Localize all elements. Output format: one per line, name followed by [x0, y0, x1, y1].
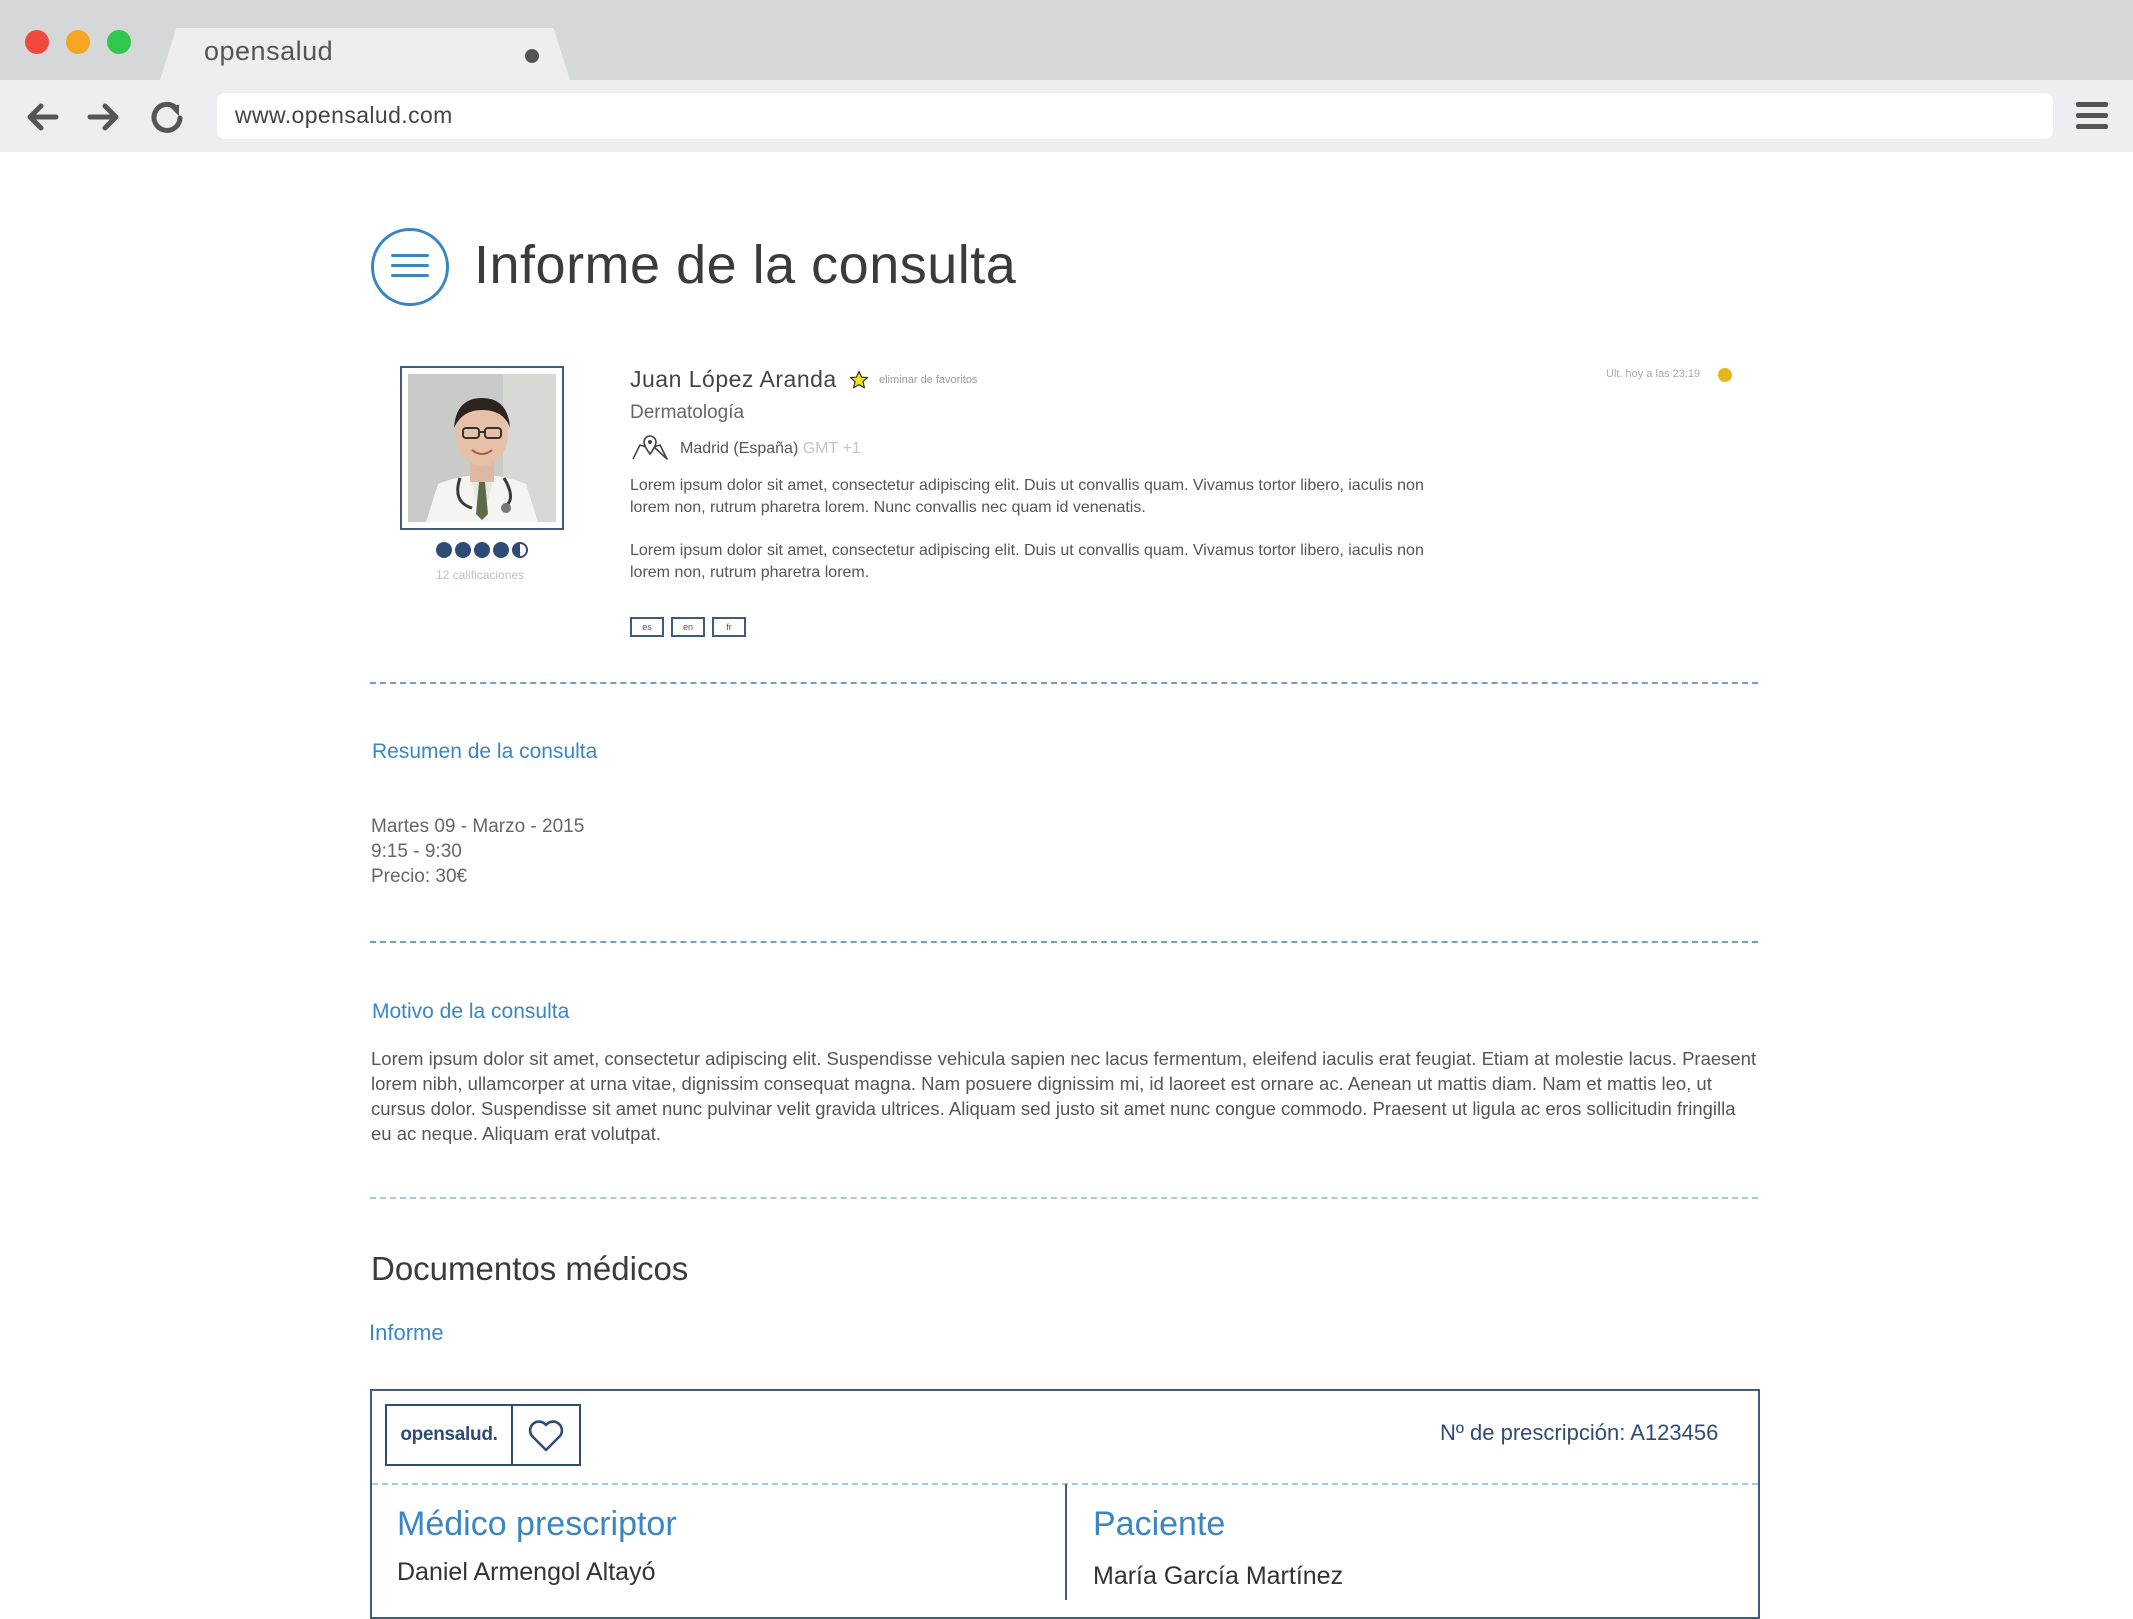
prescription-column-divider — [1065, 1484, 1067, 1600]
page-viewport — [6, 152, 2127, 1600]
patient-heading: Paciente — [1093, 1505, 1226, 1543]
reason-heading: Motivo de la consulta — [372, 1000, 570, 1023]
prescriber-name: Daniel Armengol Altayó — [397, 1558, 656, 1586]
doctor-photo-frame — [400, 366, 564, 530]
rating-dot-full — [455, 542, 471, 558]
language-tag-es[interactable]: es — [630, 617, 664, 637]
ratings-count: 12 calificaciones — [436, 568, 525, 582]
url-text[interactable]: www.opensalud.com — [235, 102, 453, 129]
reload-icon[interactable] — [146, 96, 188, 138]
language-tag-en[interactable]: en — [671, 617, 705, 637]
maximize-window-button[interactable] — [107, 30, 131, 54]
tab-close-dot-icon[interactable] — [525, 49, 539, 63]
language-tags: es en fr — [630, 617, 753, 637]
summary-heading: Resumen de la consulta — [372, 740, 598, 763]
opensalud-logo: opensalud. — [385, 1404, 513, 1466]
rating-dots — [436, 542, 531, 560]
prescription-number: Nº de prescripción: A123456 — [1440, 1420, 1719, 1445]
documents-heading: Documentos médicos — [371, 1250, 689, 1287]
location-timezone: GMT +1 — [802, 440, 861, 457]
section-divider — [370, 1197, 1758, 1199]
favorite-star-icon[interactable] — [849, 370, 869, 390]
doctor-name: Juan López Aranda — [630, 366, 837, 392]
heart-icon — [528, 1420, 564, 1452]
last-seen-text: Ult. hoy a las 23:19 — [1606, 368, 1701, 380]
address-bar[interactable] — [217, 93, 2053, 139]
rating-dot-full — [493, 542, 509, 558]
prescriber-heading: Médico prescriptor — [397, 1505, 677, 1543]
doctor-bio-paragraph-2: Lorem ipsum dolor sit amet, consectetur … — [630, 542, 1424, 581]
patient-name: María García Martínez — [1093, 1562, 1344, 1590]
heart-button[interactable] — [513, 1404, 581, 1466]
doctor-avatar — [408, 374, 556, 522]
tab-title: opensalud — [204, 36, 334, 66]
rating-dot-full — [474, 542, 490, 558]
back-arrow-icon[interactable] — [22, 96, 64, 138]
consultation-date: Martes 09 - Marzo - 2015 — [371, 816, 585, 837]
remove-favorite-link[interactable]: eliminar de favoritos — [879, 374, 977, 386]
consultation-summary: Martes 09 - Marzo - 2015 9:15 - 9:30 Pre… — [371, 814, 584, 889]
doctor-specialty: Dermatología — [630, 402, 745, 423]
consultation-time: 9:15 - 9:30 — [371, 841, 462, 862]
doctor-location: Madrid (España) GMT +1 — [680, 440, 861, 458]
informe-link[interactable]: Informe — [369, 1320, 444, 1346]
reason-text: Lorem ipsum dolor sit amet, consectetur … — [371, 1048, 1757, 1144]
online-status-dot — [1718, 368, 1732, 382]
rating-dot-full — [436, 542, 452, 558]
section-divider — [370, 941, 1758, 943]
page-title: Informe de la consulta — [474, 235, 1017, 295]
hamburger-menu-button[interactable] — [371, 228, 449, 306]
minimize-window-button[interactable] — [66, 30, 90, 54]
consultation-price: Precio: 30€ — [371, 866, 468, 887]
map-pin-icon — [632, 435, 668, 460]
doctor-bio-paragraph-1: Lorem ipsum dolor sit amet, consectetur … — [630, 477, 1424, 516]
section-divider — [370, 682, 1758, 684]
close-window-button[interactable] — [25, 30, 49, 54]
location-city: Madrid (España) — [680, 440, 799, 457]
language-tag-fr[interactable]: fr — [712, 617, 746, 637]
rating-dot-half — [512, 542, 528, 558]
browser-menu-icon[interactable] — [2072, 96, 2112, 136]
forward-arrow-icon[interactable] — [82, 96, 124, 138]
